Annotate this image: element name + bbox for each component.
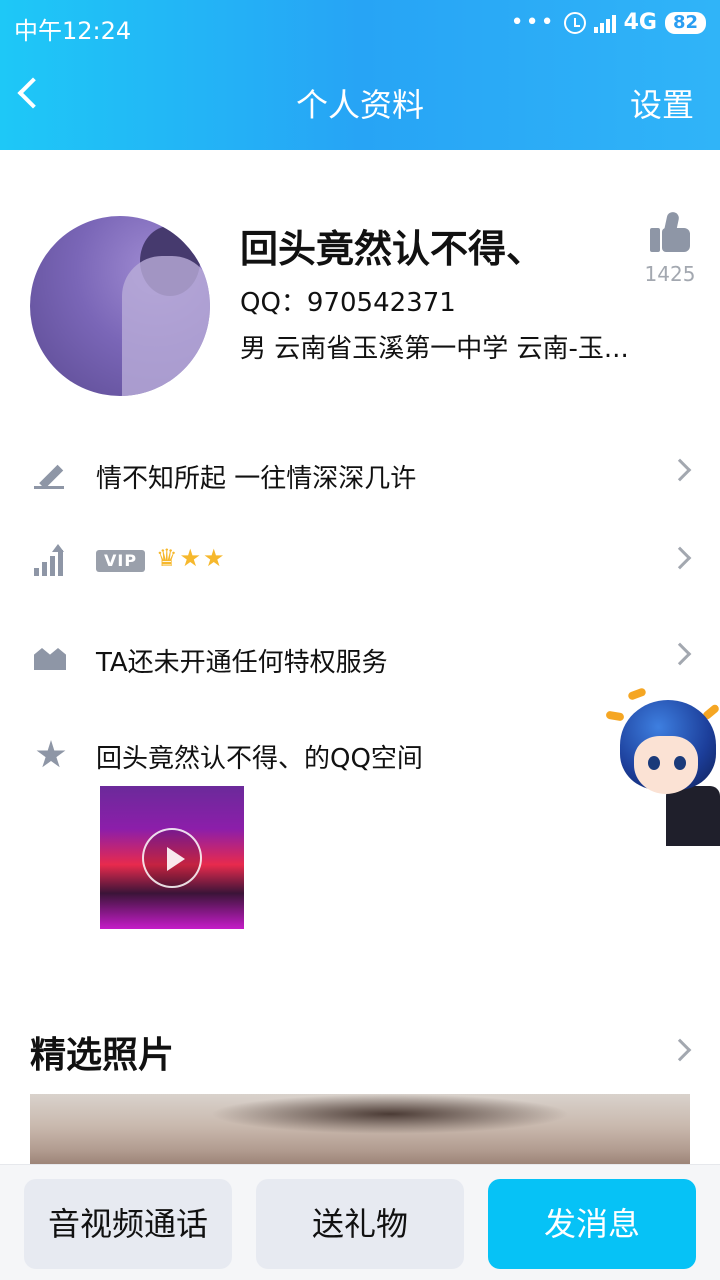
settings-button[interactable]: 设置 [630, 80, 694, 126]
app-header: 中午12:24 ••• 4G 82 个人资料 设置 [0, 0, 720, 150]
more-dots-icon: ••• [510, 10, 556, 35]
qzone-star-icon [32, 736, 68, 772]
signature-text: 情不知所起 一往情深深几许 [96, 464, 417, 494]
avatar-body-shape [122, 256, 210, 396]
like-button[interactable]: 1425 [644, 210, 696, 286]
like-count: 1425 [644, 262, 696, 286]
pencil-icon [32, 456, 68, 492]
status-indicators: ••• 4G 82 [511, 10, 706, 35]
chevron-right-icon [668, 546, 692, 570]
crown-icon [32, 640, 68, 676]
signal-icon [593, 13, 616, 33]
chevron-right-icon [668, 458, 692, 482]
send-gift-button[interactable]: 送礼物 [256, 1179, 464, 1269]
thumbs-up-icon [648, 210, 692, 254]
bottom-action-bar: 音视频通话 送礼物 发消息 [0, 1164, 720, 1280]
avatar[interactable] [30, 216, 210, 396]
vip-badge: VIP [96, 550, 146, 572]
play-icon [142, 828, 202, 888]
signature-row[interactable]: 情不知所起 一往情深深几许 [0, 444, 720, 504]
privilege-text: TA还未开通任何特权服务 [96, 648, 388, 678]
featured-photo[interactable] [30, 1094, 690, 1174]
privilege-row[interactable]: TA还未开通任何特权服务 [0, 628, 720, 688]
send-message-button[interactable]: 发消息 [488, 1179, 696, 1269]
battery-indicator: 82 [664, 11, 706, 34]
profile-qq-number: QQ：970542371 [240, 288, 456, 318]
floating-mascot[interactable] [605, 686, 720, 846]
level-chart-icon [32, 544, 68, 580]
qzone-text: 回头竟然认不得、的QQ空间 [96, 744, 423, 774]
featured-photos-title: 精选照片 [30, 1035, 175, 1076]
network-type: 4G [623, 10, 657, 35]
status-bar: 中午12:24 ••• 4G 82 [0, 0, 720, 52]
video-call-button[interactable]: 音视频通话 [24, 1179, 232, 1269]
profile-name: 回头竟然认不得、 [240, 227, 545, 271]
chevron-right-icon[interactable] [668, 1038, 692, 1062]
status-time: 中午12:24 [14, 17, 132, 45]
profile-info: 男 云南省玉溪第一中学 云南-玉... [240, 334, 629, 364]
chevron-right-icon [668, 642, 692, 666]
alarm-icon [563, 11, 586, 34]
page-title: 个人资料 [295, 86, 424, 124]
qzone-video-thumbnail[interactable] [100, 786, 244, 929]
level-stars-icon: ♛★★ [156, 544, 227, 572]
